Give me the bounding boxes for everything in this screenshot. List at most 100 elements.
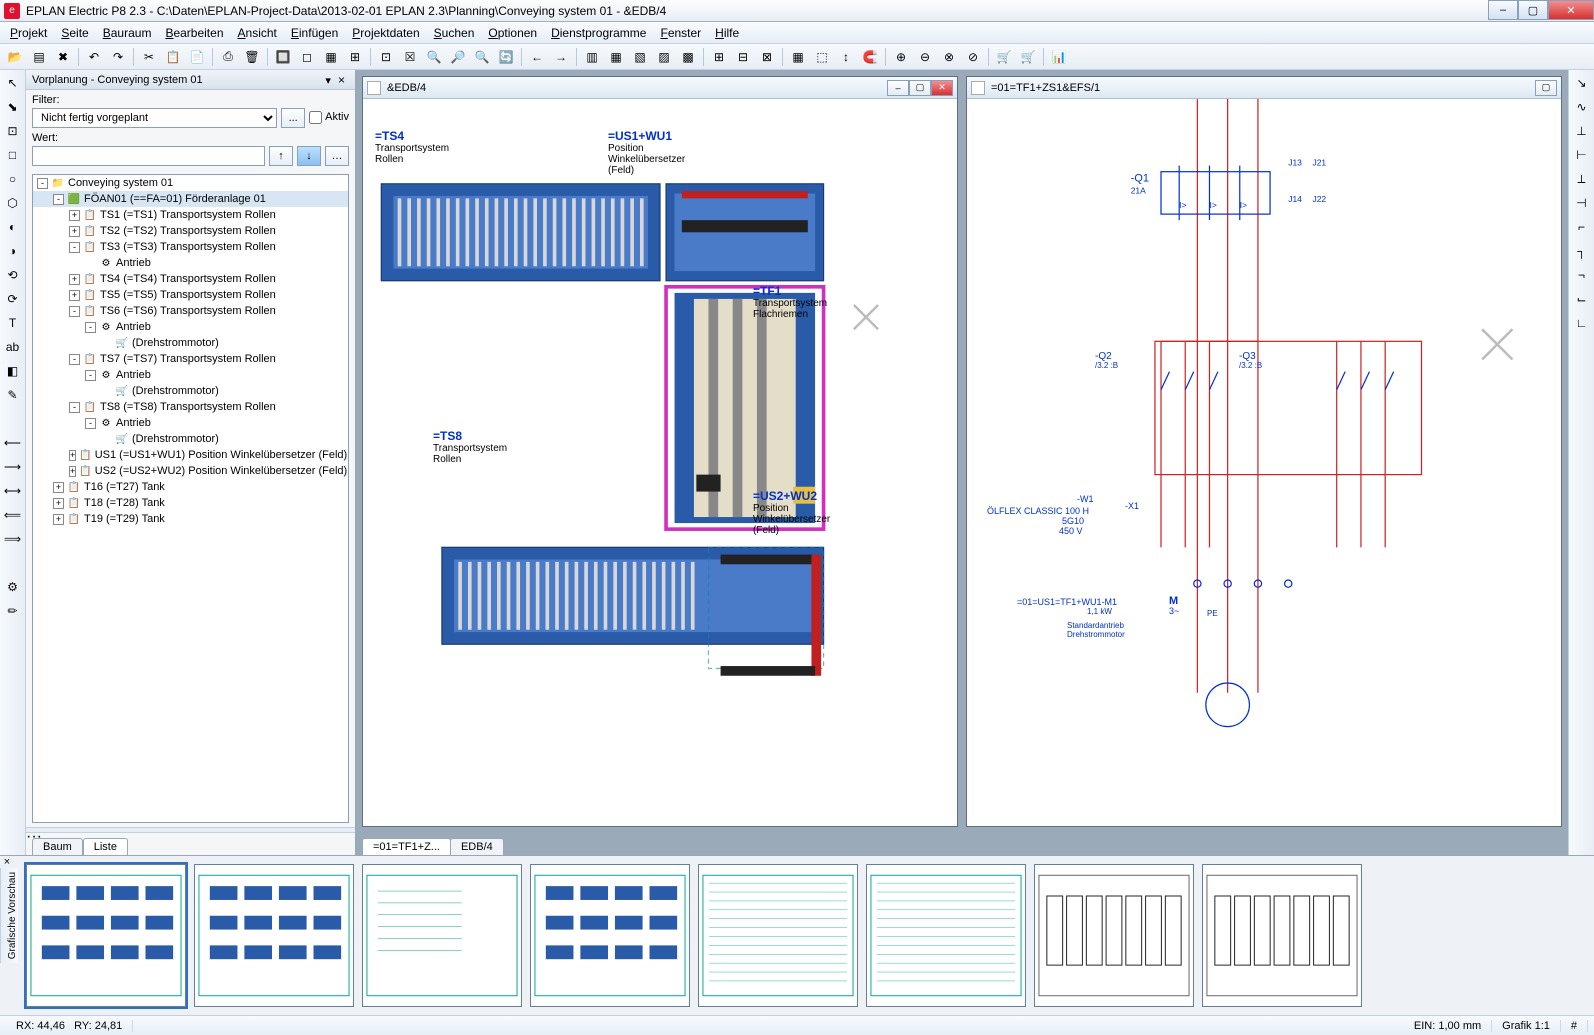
menu-dienstprogramme[interactable]: Dienstprogramme <box>545 24 652 42</box>
toolbar-button[interactable]: 🧲 <box>859 46 881 68</box>
toolbar-button[interactable]: ▥ <box>581 46 603 68</box>
doc1-title-bar[interactable]: &EDB/4 – ▢ ✕ <box>363 77 957 99</box>
aktiv-checkbox[interactable] <box>309 111 322 124</box>
tree-expand-icon[interactable]: - <box>69 242 80 253</box>
doc2-title-bar[interactable]: =01=TF1+ZS1&EFS/1 ▢ <box>967 77 1561 99</box>
tree-expand-icon[interactable]: - <box>85 418 96 429</box>
side-tool-button[interactable]: ⌙ <box>1571 288 1593 310</box>
tree-item[interactable]: +📋T16 (=T27) Tank <box>33 479 348 495</box>
tree-item[interactable]: -🟩FÖAN01 (==FA=01) Förderanlage 01 <box>33 191 348 207</box>
tab-baum[interactable]: Baum <box>32 838 83 855</box>
preview-thumbnail[interactable] <box>698 864 858 1007</box>
doc1-close-button[interactable]: ✕ <box>931 80 953 96</box>
preview-thumbnail[interactable] <box>530 864 690 1007</box>
side-tool-button[interactable]: ⊢ <box>1571 144 1593 166</box>
side-tool-button[interactable]: ∿ <box>1571 96 1593 118</box>
side-tool-button[interactable]: ⟷ <box>2 480 24 502</box>
side-tool-button[interactable]: ⌐ <box>1571 216 1593 238</box>
toolbar-button[interactable]: ↕ <box>835 46 857 68</box>
menu-hilfe[interactable]: Hilfe <box>709 24 745 42</box>
toolbar-button[interactable]: ⎙ <box>217 46 239 68</box>
side-tool-button[interactable]: ⬊ <box>2 96 24 118</box>
toolbar-button[interactable]: ▧ <box>629 46 651 68</box>
doc2-maximize-button[interactable]: ▢ <box>1535 80 1557 96</box>
tree-expand-icon[interactable]: + <box>69 450 76 461</box>
tree-item[interactable]: +📋TS1 (=TS1) Transportsystem Rollen <box>33 207 348 223</box>
side-tool-button[interactable]: ⚙ <box>2 576 24 598</box>
menu-einfügen[interactable]: Einfügen <box>285 24 344 42</box>
menu-projekt[interactable]: Projekt <box>4 24 53 42</box>
toolbar-button[interactable]: 🔍 <box>471 46 493 68</box>
toolbar-button[interactable]: 📋 <box>162 46 184 68</box>
tree-expand-icon[interactable]: - <box>69 354 80 365</box>
menu-suchen[interactable]: Suchen <box>428 24 481 42</box>
side-tool-button[interactable]: ⟹ <box>2 528 24 550</box>
tree-item[interactable]: 🛒(Drehstrommotor) <box>33 431 348 447</box>
doc-tab-2[interactable]: EDB/4 <box>450 838 504 855</box>
tree-expand-icon[interactable]: + <box>53 514 64 525</box>
side-tool-button[interactable] <box>2 552 24 574</box>
toolbar-button[interactable]: 🛒 <box>1017 46 1039 68</box>
toolbar-button[interactable]: 🔎 <box>447 46 469 68</box>
toolbar-button[interactable]: ← <box>526 46 548 68</box>
toolbar-button[interactable]: ▦ <box>320 46 342 68</box>
side-tool-button[interactable]: ¬ <box>1571 264 1593 286</box>
preview-thumbnail[interactable] <box>194 864 354 1007</box>
toolbar-button[interactable]: ⊖ <box>914 46 936 68</box>
wert-browse-button[interactable]: … <box>325 146 349 166</box>
side-tool-button[interactable]: ⊣ <box>1571 192 1593 214</box>
side-tool-button[interactable]: □ <box>2 144 24 166</box>
doc1-maximize-button[interactable]: ▢ <box>909 80 931 96</box>
toolbar-button[interactable]: 📂 <box>4 46 26 68</box>
filter-browse-button[interactable]: ... <box>281 108 305 128</box>
menu-projektdaten[interactable]: Projektdaten <box>346 24 425 42</box>
tree-expand-icon[interactable]: + <box>53 482 64 493</box>
project-tree[interactable]: -📁Conveying system 01-🟩FÖAN01 (==FA=01) … <box>32 174 349 823</box>
menu-bearbeiten[interactable]: Bearbeiten <box>159 24 229 42</box>
close-button[interactable]: ✕ <box>1548 0 1594 20</box>
tree-item[interactable]: +📋T18 (=T28) Tank <box>33 495 348 511</box>
preview-thumbnail[interactable] <box>866 864 1026 1007</box>
toolbar-button[interactable]: ⊞ <box>708 46 730 68</box>
side-tool-button[interactable]: ↖ <box>2 72 24 94</box>
tree-item[interactable]: -📁Conveying system 01 <box>33 175 348 191</box>
toolbar-button[interactable]: 🔲 <box>272 46 294 68</box>
tree-item[interactable]: -⚙Antrieb <box>33 415 348 431</box>
tree-item[interactable]: +📋US1 (=US1+WU1) Position Winkelübersetz… <box>33 447 348 463</box>
tree-expand-icon[interactable]: - <box>85 322 96 333</box>
toolbar-button[interactable]: ⊘ <box>962 46 984 68</box>
toolbar-button[interactable]: ✂ <box>138 46 160 68</box>
tree-item[interactable]: +📋TS4 (=TS4) Transportsystem Rollen <box>33 271 348 287</box>
doc2-canvas[interactable]: -Q1 21A J13 J21 J14 J22 I> I> I> <box>967 99 1561 826</box>
side-tool-button[interactable]: ◧ <box>2 360 24 382</box>
toolbar-button[interactable]: ☒ <box>399 46 421 68</box>
menu-bauraum[interactable]: Bauraum <box>97 24 158 42</box>
side-tool-button[interactable]: ⬡ <box>2 192 24 214</box>
menu-optionen[interactable]: Optionen <box>482 24 543 42</box>
toolbar-button[interactable]: ⬚ <box>811 46 833 68</box>
tree-expand-icon[interactable]: + <box>69 466 76 477</box>
toolbar-button[interactable]: 📊 <box>1048 46 1070 68</box>
tree-item[interactable]: -⚙Antrieb <box>33 367 348 383</box>
toolbar-button[interactable]: → <box>550 46 572 68</box>
toolbar-button[interactable]: 🛒 <box>993 46 1015 68</box>
thumbnail-strip[interactable] <box>18 856 1594 1015</box>
side-tool-button[interactable]: ⟸ <box>2 504 24 526</box>
doc-tab-1[interactable]: =01=TF1+Z... <box>362 838 451 855</box>
up-button[interactable]: ↑ <box>269 146 293 166</box>
tree-item[interactable]: 🛒(Drehstrommotor) <box>33 383 348 399</box>
side-tool-button[interactable]: ○ <box>2 168 24 190</box>
side-tool-button[interactable]: T <box>2 312 24 334</box>
toolbar-button[interactable]: 🔍 <box>423 46 445 68</box>
side-tool-button[interactable]: ∟ <box>1571 312 1593 334</box>
tree-expand-icon[interactable]: - <box>69 306 80 317</box>
side-tool-button[interactable]: ⊡ <box>2 120 24 142</box>
preview-thumbnail[interactable] <box>1034 864 1194 1007</box>
side-tool-button[interactable]: ⊥ <box>1571 120 1593 142</box>
side-tool-button[interactable]: ✏ <box>2 600 24 622</box>
menu-fenster[interactable]: Fenster <box>654 24 707 42</box>
toolbar-button[interactable]: ▦ <box>787 46 809 68</box>
menu-ansicht[interactable]: Ansicht <box>232 24 283 42</box>
toolbar-button[interactable]: ↷ <box>107 46 129 68</box>
side-tool-button[interactable]: ↘ <box>1571 72 1593 94</box>
